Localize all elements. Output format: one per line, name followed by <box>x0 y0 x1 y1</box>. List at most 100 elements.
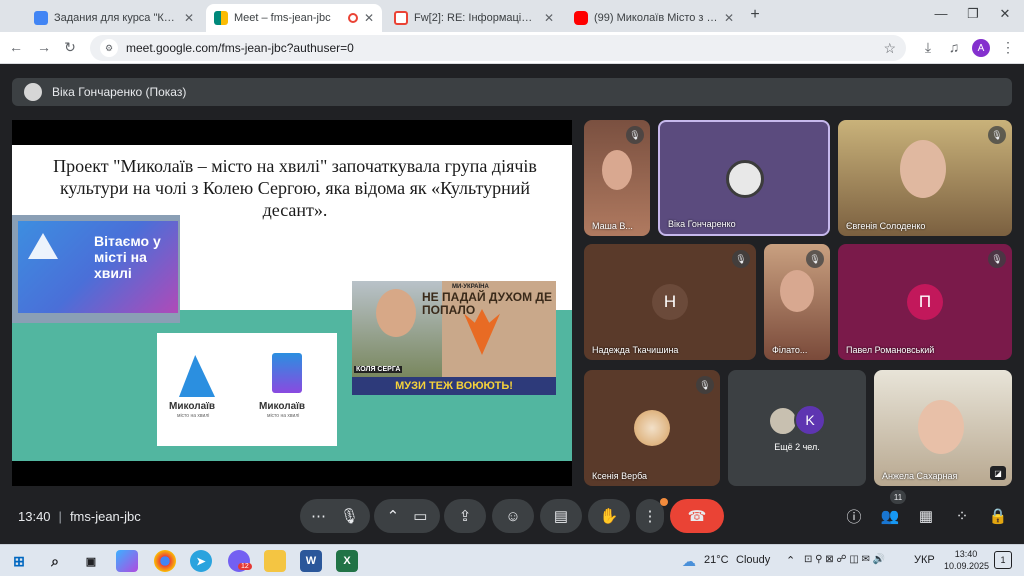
reactions-button[interactable]: ☺ <box>492 499 534 533</box>
participant-tile-group[interactable]: K Ещё 2 чел. <box>728 370 866 486</box>
video-control[interactable]: ⌃ ▭ <box>374 499 440 533</box>
participant-avatar <box>634 410 670 446</box>
notification-dot <box>660 498 668 506</box>
raise-hand-button[interactable]: ✋ <box>588 499 630 533</box>
minimize-button[interactable]: — <box>926 6 956 21</box>
mic-off-icon: 🎙 <box>696 376 714 394</box>
captions-button[interactable]: ▤ <box>540 499 582 533</box>
people-button[interactable]: 👥 <box>876 502 904 530</box>
participant-name: Ксенія Верба <box>592 471 648 481</box>
presenter-label: Віка Гончаренко (Показ) <box>52 85 187 99</box>
participant-tile[interactable]: 🎙 Маша В... <box>584 120 650 236</box>
info-icon: ⓘ <box>846 508 862 526</box>
notification-icon[interactable]: 1 <box>994 551 1012 569</box>
meeting-code: fms-jean-jbc <box>69 509 141 524</box>
presentation-slide: Проект "Миколаїв – місто на хвилі" започ… <box>12 145 572 461</box>
file-explorer-icon[interactable] <box>264 550 286 572</box>
tab-4[interactable]: (99) Миколаїв Місто з історією ✕ <box>566 4 742 32</box>
task-view-icon[interactable]: ▣ <box>80 550 102 572</box>
mic-off-icon: 🎙 <box>988 250 1006 268</box>
url-bar[interactable]: ⚙ meet.google.com/fms-jean-jbc?authuser=… <box>90 35 906 61</box>
participant-initial: Н <box>652 284 688 320</box>
camera-off-icon[interactable]: ▭ <box>413 507 427 525</box>
close-window-button[interactable]: ✕ <box>990 6 1020 22</box>
tab-2[interactable]: Meet – fms-jean-jbc ✕ <box>206 4 382 32</box>
youtube-icon <box>574 11 588 25</box>
host-controls-button[interactable]: 🔒 <box>984 502 1012 530</box>
tray-icons[interactable]: ⊡ ⚲ ⊠ ☍ ◫ ✉ 🔊 <box>804 554 885 565</box>
forward-icon[interactable]: → <box>34 39 54 55</box>
phone-hangup-icon: ☎ <box>687 508 707 525</box>
bookmark-star-icon[interactable]: ☆ <box>883 40 896 57</box>
new-tab-button[interactable]: + <box>740 6 770 24</box>
chrome-icon[interactable] <box>154 550 176 572</box>
language-indicator[interactable]: УКР <box>914 554 935 566</box>
tab-1[interactable]: Задания для курса "КК-31 Вих ✕ <box>26 4 202 32</box>
tab-title: Fw[2]: RE: Інформація щодо ко <box>414 12 538 24</box>
participant-name: Павел Романовський <box>846 345 935 355</box>
excel-icon[interactable]: X <box>336 550 358 572</box>
more-audio-icon[interactable]: ⋯ <box>311 507 326 525</box>
logo-name: Миколаїв <box>169 401 216 412</box>
viber-badge: 12 <box>238 563 252 570</box>
participant-tile[interactable]: 🎙 Ксенія Верба <box>584 370 720 486</box>
recording-icon <box>347 13 358 23</box>
chevron-up-icon[interactable]: ⌃ <box>387 507 400 525</box>
tab-3[interactable]: Fw[2]: RE: Інформація щодо ко ✕ <box>386 4 562 32</box>
url-text: meet.google.com/fms-jean-jbc?authuser=0 <box>126 41 354 55</box>
chat-button[interactable]: ▦ <box>912 502 940 530</box>
media-control-icon[interactable]: ♫ <box>944 39 964 55</box>
audio-control[interactable]: ⋯ 🎙 <box>300 499 370 533</box>
participant-tile[interactable]: Анжела Сахарная ◪ <box>874 370 1012 486</box>
weather-temp[interactable]: 21°C <box>704 554 729 566</box>
slide-text: Проект "Миколаїв – місто на хвилі" започ… <box>53 156 537 220</box>
people-icon: 👥 <box>880 508 900 525</box>
back-icon[interactable]: ← <box>6 39 26 55</box>
participant-tile[interactable]: П 🎙 Павел Романовський <box>838 244 1012 360</box>
word-icon[interactable]: W <box>300 550 322 572</box>
sail-logo-icon <box>272 353 302 393</box>
info-button[interactable]: ⓘ <box>840 502 868 530</box>
download-icon[interactable]: ⤓ <box>918 39 938 56</box>
logo-sub: місто на хвилі <box>267 413 300 419</box>
participant-tile[interactable]: 🎙 Філато... <box>764 244 830 360</box>
participant-name: Надежда Ткачишина <box>592 345 679 355</box>
chevron-up-icon[interactable]: ⌃ <box>786 554 795 567</box>
tab-title: (99) Миколаїв Місто з історією <box>594 12 718 24</box>
clock[interactable]: 13:40 10.09.2025 <box>944 548 989 572</box>
weather-text[interactable]: Cloudy <box>736 554 770 566</box>
windows-taskbar: ⊞ ⌕ ▣ ➤ 12 W X ☁ 21°C Cloudy ⌃ ⊡ ⚲ ⊠ ☍ ◫… <box>0 544 1024 576</box>
participant-tile[interactable]: Н 🎙 Надежда Ткачишина <box>584 244 756 360</box>
mic-off-icon: 🎙 <box>806 250 824 268</box>
close-tab-icon[interactable]: ✕ <box>364 11 374 25</box>
close-tab-icon[interactable]: ✕ <box>544 11 554 25</box>
separator: | <box>58 509 62 524</box>
participant-name: Філато... <box>772 345 808 355</box>
copilot-icon[interactable] <box>116 550 138 572</box>
telegram-icon[interactable]: ➤ <box>190 550 212 572</box>
billboard-image: Вітаємо у місті на хвилі <box>12 215 180 323</box>
meeting-info: 13:40 | fms-jean-jbc <box>18 509 141 524</box>
participant-tile[interactable]: 🎙 Євгенія Солоденко <box>838 120 1012 236</box>
classroom-icon <box>34 11 48 25</box>
restore-button[interactable]: ❐ <box>958 6 988 22</box>
meet-icon <box>214 11 228 25</box>
reload-icon[interactable]: ↻ <box>60 39 80 56</box>
close-tab-icon[interactable]: ✕ <box>724 11 734 25</box>
close-tab-icon[interactable]: ✕ <box>184 11 194 25</box>
participant-tile[interactable]: Віка Гончаренко <box>658 120 830 236</box>
end-call-button[interactable]: ☎ <box>670 499 724 533</box>
video-feed <box>780 270 814 312</box>
mic-icon[interactable]: 🎙 <box>340 507 359 525</box>
menu-icon[interactable]: ⋮ <box>998 39 1018 56</box>
more-vert-icon: ⋮ <box>642 508 658 525</box>
present-button[interactable]: ⇪ <box>444 499 486 533</box>
pin-icon[interactable]: ◪ <box>990 466 1006 480</box>
windows-start-icon[interactable]: ⊞ <box>8 550 30 572</box>
chat-icon: ▦ <box>918 508 934 525</box>
participant-initial: П <box>907 284 943 320</box>
site-info-icon[interactable]: ⚙ <box>100 39 118 57</box>
profile-avatar[interactable]: A <box>972 39 990 57</box>
activities-button[interactable]: ⁘ <box>948 502 976 530</box>
search-icon[interactable]: ⌕ <box>44 550 66 572</box>
